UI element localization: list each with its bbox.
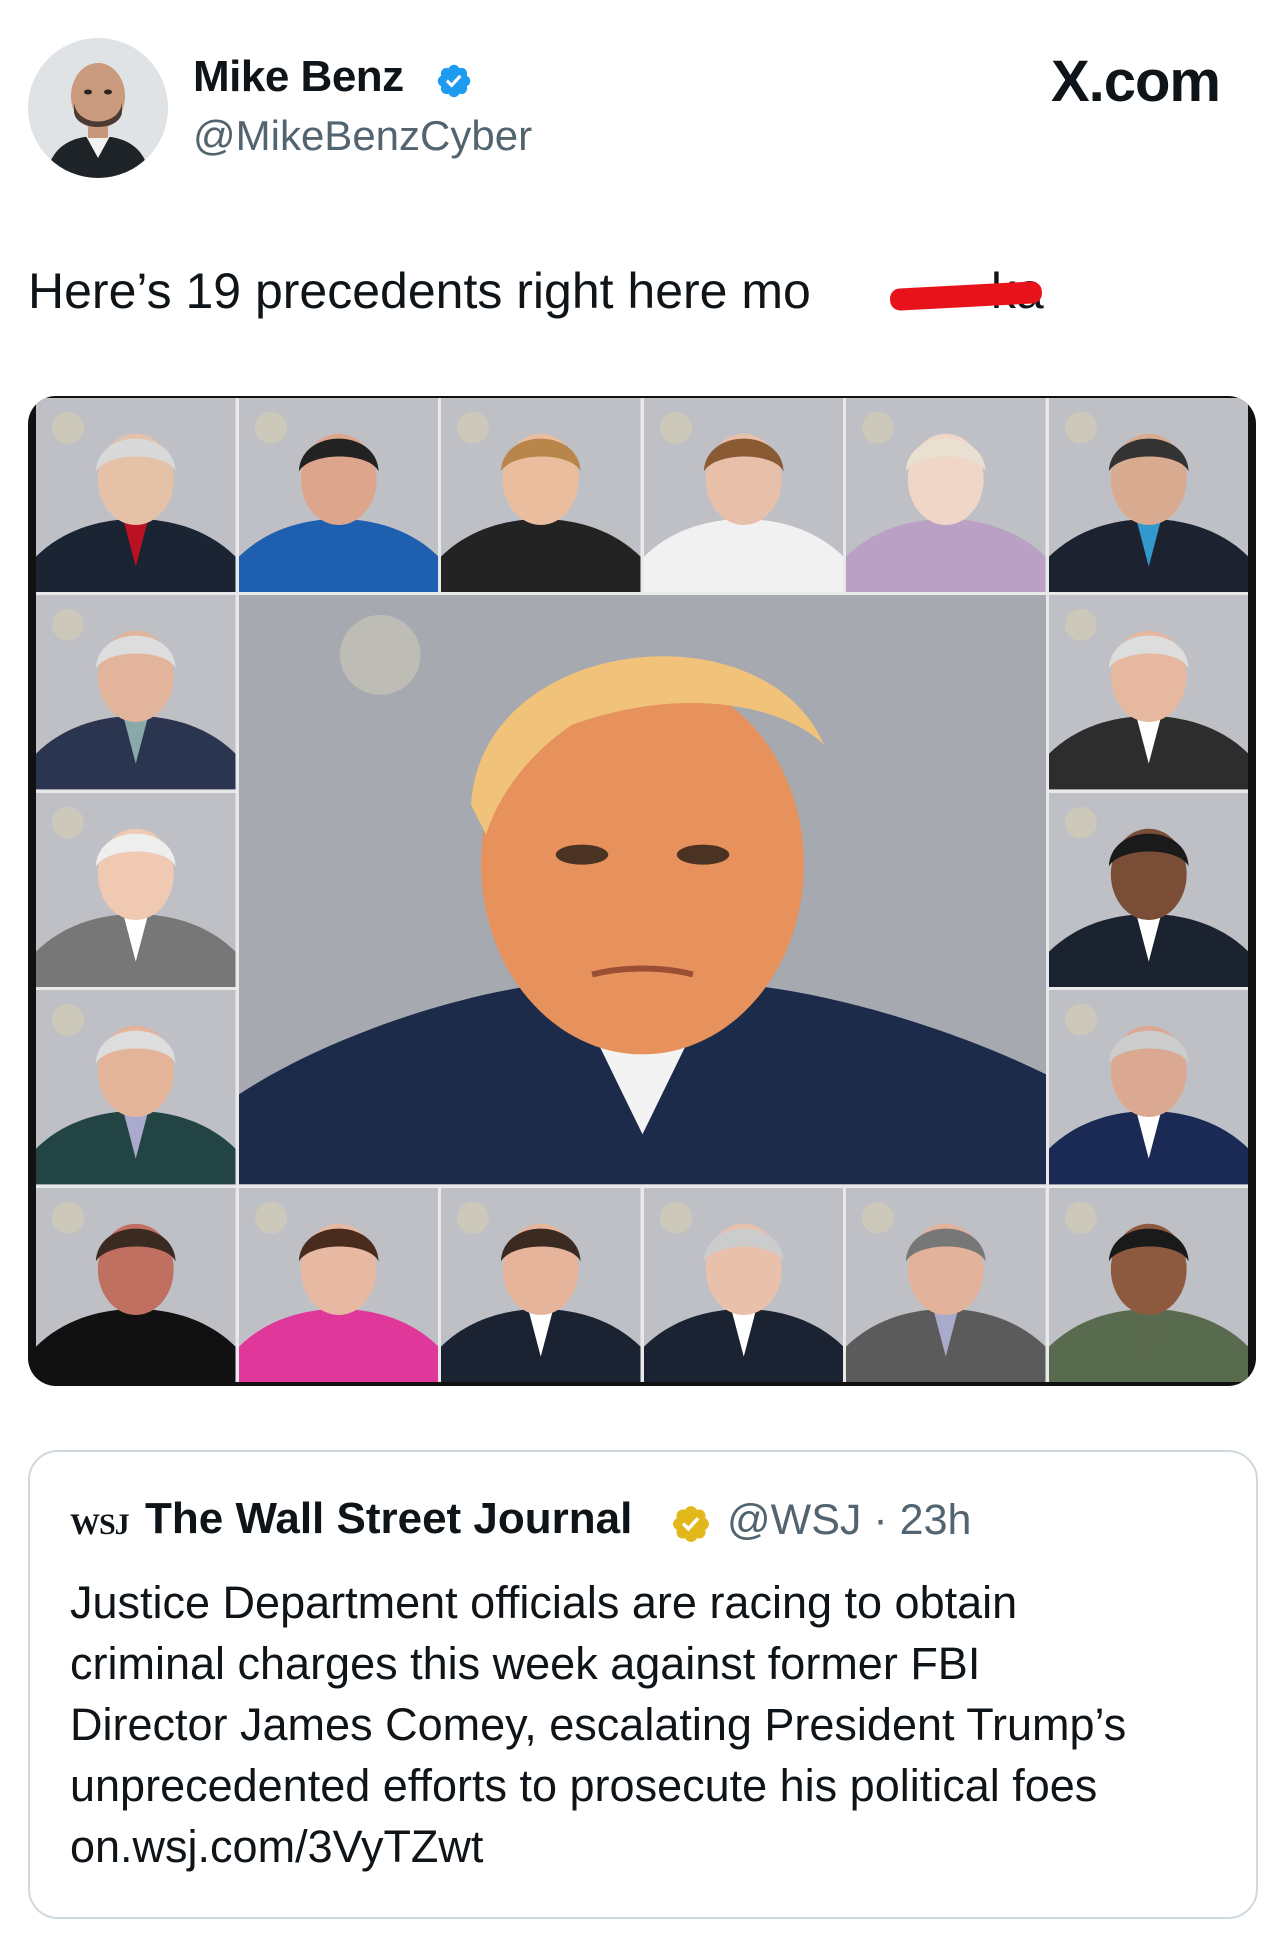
quoted-link[interactable]: on.wsj.com/3VyTZwt	[70, 1816, 1230, 1877]
quoted-tweet-text: Justice Department officials are racing …	[70, 1572, 1230, 1877]
avatar-photo	[28, 38, 168, 178]
mugshot-photo	[1048, 792, 1248, 988]
mugshot-photo	[1048, 595, 1248, 790]
mugshot-photo	[441, 398, 641, 593]
mugshot-photo	[238, 398, 438, 593]
mugshot-photo	[36, 595, 236, 790]
mugshot-photo	[1048, 1187, 1248, 1382]
quoted-tweet-card[interactable]: WSJ The Wall Street Journal @WSJ · 23h J…	[28, 1450, 1258, 1919]
mugshot-photo	[36, 792, 236, 988]
verified-badge-icon	[437, 64, 471, 98]
wsj-logo: WSJ	[70, 1508, 130, 1541]
mugshot-photo	[643, 1187, 843, 1382]
mugshot-photo	[238, 1187, 438, 1382]
quoted-author-name[interactable]: The Wall Street Journal	[145, 1494, 632, 1544]
mugshot-photo	[36, 1187, 236, 1382]
mugshot-collage-image[interactable]	[28, 396, 1256, 1386]
mugshot-photo	[1048, 398, 1248, 593]
quoted-time[interactable]: 23h	[900, 1496, 972, 1544]
mugshot-photo	[846, 1187, 1046, 1382]
quoted-line: criminal charges this week against forme…	[70, 1638, 981, 1689]
quoted-line: Director James Comey, escalating Preside…	[70, 1699, 1127, 1750]
mugshot-photo	[36, 398, 236, 593]
tweet-text-start: Here’s 19 precedents right here mo	[28, 263, 811, 319]
mugshot-photo	[441, 1187, 641, 1382]
quoted-line: Justice Department officials are racing …	[70, 1577, 1018, 1628]
mugshot-grid	[36, 398, 1248, 1382]
center-mugshot-photo	[238, 595, 1046, 1185]
tweet-header: Mike Benz @MikeBenzCyber X.com	[0, 0, 1284, 200]
mugshot-photo	[1048, 990, 1248, 1185]
mugshot-photo	[846, 398, 1046, 593]
meta-separator: ·	[873, 1496, 888, 1544]
quoted-meta: @WSJ · 23h	[727, 1496, 971, 1545]
author-name[interactable]: Mike Benz	[193, 52, 404, 102]
gold-verified-badge-icon	[673, 1506, 709, 1542]
quoted-line: unprecedented efforts to prosecute his p…	[70, 1760, 1098, 1811]
xcom-watermark: X.com	[1050, 49, 1221, 114]
author-handle[interactable]: @MikeBenzCyber	[193, 112, 532, 160]
tweet-text: Here’s 19 precedents right here moka	[28, 262, 1044, 320]
mugshot-photo	[643, 398, 843, 593]
quoted-handle[interactable]: @WSJ	[727, 1496, 861, 1544]
author-avatar[interactable]	[28, 38, 168, 178]
mugshot-photo	[36, 990, 236, 1185]
